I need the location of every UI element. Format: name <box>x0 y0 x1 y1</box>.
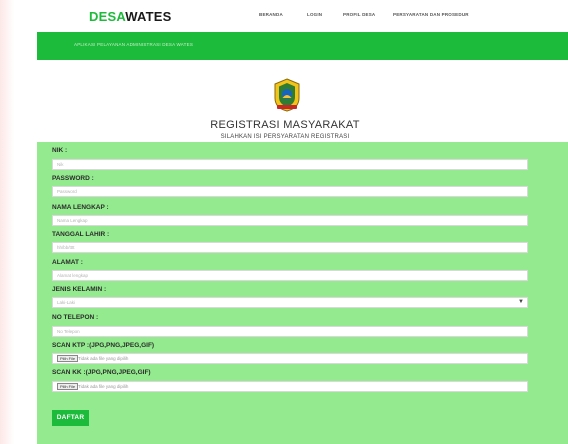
registration-form: NIK : Nik PASSWORD : Password NAMA LENGK… <box>37 142 568 444</box>
nik-input[interactable]: Nik <box>52 159 528 170</box>
nama-placeholder: Nama Lengkap <box>57 218 88 223</box>
nav-item-profil-desa[interactable]: PROFIL DESA <box>343 12 375 17</box>
nama-label: NAMA LENGKAP : <box>52 204 109 211</box>
password-label: PASSWORD : <box>52 175 94 182</box>
nav-item-login[interactable]: LOGIN <box>307 12 322 17</box>
scan-ktp-input[interactable]: Pilih File Tidak ada file yang dipilih <box>52 353 528 364</box>
daftar-button[interactable]: DAFTAR <box>52 410 89 426</box>
tanggal-placeholder: hh/bb/tttt <box>57 245 75 250</box>
banner-tagline: APLIKASI PELAYANAN ADMINISTRASI DESA WAT… <box>74 42 194 47</box>
jenis-kelamin-value: Laki-Laki <box>57 300 76 305</box>
password-input[interactable]: Password <box>52 186 528 197</box>
telepon-input[interactable]: No Telepon <box>52 326 528 337</box>
left-edge-stripe <box>0 0 14 444</box>
nav-menu: BERANDA LOGIN PROFIL DESA PERSYARATAN DA… <box>37 12 568 22</box>
kk-choose-file-button[interactable]: Pilih File <box>57 383 79 390</box>
scan-kk-label: SCAN KK :(JPG,PNG,JPEG,GIF) <box>52 369 151 376</box>
nama-lengkap-input[interactable]: Nama Lengkap <box>52 215 528 226</box>
kk-file-status: Tidak ada file yang dipilih <box>78 384 129 389</box>
alamat-placeholder: Alamat lengkap <box>57 273 89 278</box>
telepon-label: NO TELEPON : <box>52 314 99 321</box>
alamat-input[interactable]: Alamat lengkap <box>52 270 528 281</box>
nik-label: NIK : <box>52 147 68 154</box>
page-title: REGISTRASI MASYARAKAT <box>210 119 360 131</box>
password-placeholder: Password <box>57 189 77 194</box>
alamat-label: ALAMAT : <box>52 259 83 266</box>
jenis-kelamin-label: JENIS KELAMIN : <box>52 286 107 293</box>
top-navigation: DESAWATES BERANDA LOGIN PROFIL DESA PERS… <box>37 0 568 32</box>
village-emblem-icon <box>274 78 300 112</box>
page: DESAWATES BERANDA LOGIN PROFIL DESA PERS… <box>37 0 568 444</box>
nav-item-beranda[interactable]: BERANDA <box>259 12 283 17</box>
scan-kk-input[interactable]: Pilih File Tidak ada file yang dipilih <box>52 381 528 392</box>
nav-item-persyaratan[interactable]: PERSYARATAN DAN PROSEDUR <box>393 12 469 17</box>
tanggal-lahir-label: TANGGAL LAHIR : <box>52 231 110 238</box>
telepon-placeholder: No Telepon <box>57 329 80 334</box>
ktp-file-status: Tidak ada file yang dipilih <box>78 356 129 361</box>
header-banner: APLIKASI PELAYANAN ADMINISTRASI DESA WAT… <box>37 32 568 60</box>
nik-placeholder: Nik <box>57 162 64 167</box>
jenis-kelamin-select[interactable]: Laki-Laki ▼ <box>52 297 528 308</box>
tanggal-lahir-input[interactable]: hh/bb/tttt <box>52 242 528 253</box>
ktp-choose-file-button[interactable]: Pilih File <box>57 355 79 362</box>
chevron-down-icon: ▼ <box>518 299 524 305</box>
page-subtitle: SILAHKAN ISI PERSYARATAN REGISTRASI <box>220 134 350 140</box>
scan-ktp-label: SCAN KTP :(JPG,PNG,JPEG,GIF) <box>52 342 155 349</box>
